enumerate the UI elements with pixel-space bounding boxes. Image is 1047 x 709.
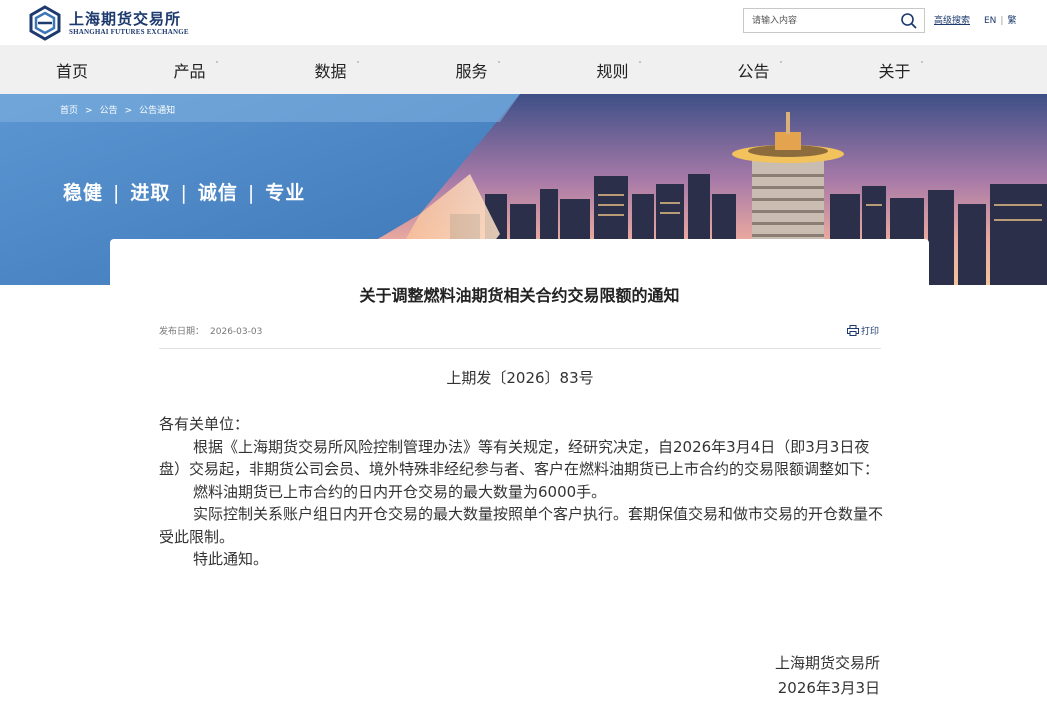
breadcrumb-announcements[interactable]: 公告 [100,106,118,116]
logo-cn-text: 上海期货交易所 [69,9,182,28]
breadcrumb: 首页 > 公告 > 公告通知 [60,106,176,116]
chevron-down-icon: ˙ [355,61,361,72]
lang-traditional-link[interactable]: 繁 [1007,16,1016,26]
paragraph: 根据《上海期货交易所风险控制管理办法》等有关规定，经研究决定，自2026年3月4… [159,437,880,479]
nav-data[interactable]: 数据 ˙ [267,45,408,94]
logo-emblem-icon [29,5,61,41]
breadcrumb-home[interactable]: 首页 [60,106,78,116]
nav-services[interactable]: 服务 ˙ [408,45,549,94]
search-input[interactable] [752,13,892,29]
printer-icon [847,325,859,336]
article-body: 各有关单位： 根据《上海期货交易所风险控制管理办法》等有关规定，经研究决定，自2… [159,413,883,571]
lang-en-link[interactable]: EN [984,16,996,26]
chevron-down-icon: ˙ [778,61,784,72]
title-divider [159,348,881,349]
paragraph: 特此通知。 [193,550,269,568]
paragraph: 燃料油期货已上市合约的日内开仓交易的最大数量为6000手。 [193,482,607,501]
salutation: 各有关单位： [159,415,250,433]
chevron-down-icon: ˙ [496,61,502,72]
paragraph: 实际控制关系账户组日内开仓交易的最大数量按照单个客户执行。套期保值交易和做市交易… [159,505,884,546]
chevron-down-icon: ˙ [919,61,925,72]
chevron-down-icon: ˙ [637,61,643,72]
site-logo[interactable]: 上海期货交易所 SHANGHAI FUTURES EXCHANGE [27,5,189,41]
publish-date: 发布日期： 2026-03-03 [159,327,263,337]
banner-slogan: 稳健 | 进取 | 诚信 | 专业 [63,182,306,204]
nav-products[interactable]: 产品 ˙ [126,45,267,94]
nav-about[interactable]: 关于 ˙ [831,45,972,94]
language-switcher: EN | 繁 [984,16,1017,26]
search-box [743,8,925,33]
site-header: 上海期货交易所 SHANGHAI FUTURES EXCHANGE 高级搜索 E… [0,0,1047,45]
article-title: 关于调整燃料油期货相关合约交易限额的通知 [359,286,680,305]
nav-rules[interactable]: 规则 ˙ [549,45,690,94]
main-nav: 首页 产品 ˙ 数据 ˙ 服务 ˙ 规则 ˙ 公告 ˙ 关于 ˙ [0,45,1047,94]
nav-home[interactable]: 首页 [0,45,126,94]
print-button[interactable]: 打印 [847,324,879,337]
chevron-down-icon: ˙ [214,61,220,72]
search-icon[interactable] [900,12,918,30]
signature-date: 2026年3月3日 [777,679,880,697]
document-number: 上期发〔2026〕83号 [446,369,594,387]
nav-announcements[interactable]: 公告 ˙ [690,45,831,94]
signature-org: 上海期货交易所 [774,654,880,672]
logo-en-text: SHANGHAI FUTURES EXCHANGE [69,27,189,36]
breadcrumb-notices[interactable]: 公告通知 [139,106,175,116]
advanced-search-link[interactable]: 高级搜索 [934,13,970,26]
